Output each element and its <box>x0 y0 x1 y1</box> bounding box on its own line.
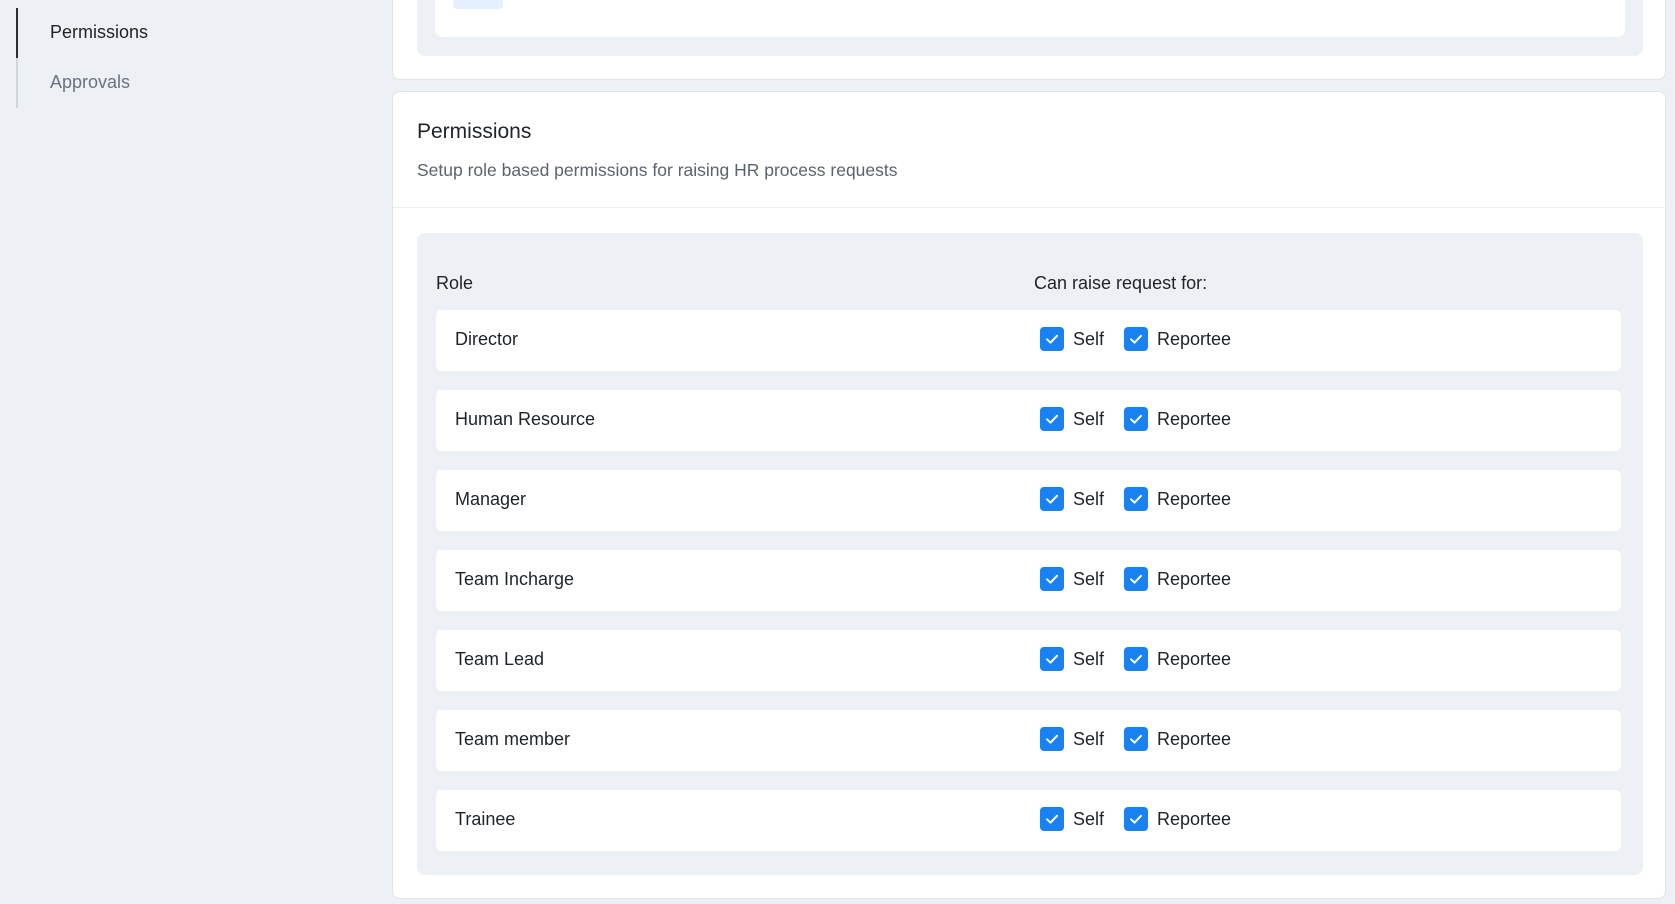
column-header-can-raise: Can raise request for: <box>1034 273 1208 293</box>
previous-settings-card: Add <box>392 0 1666 80</box>
table-row: Manager Self Reportee <box>436 470 1621 531</box>
reportee-checkbox[interactable]: Reportee <box>1124 487 1231 511</box>
reportee-label: Reportee <box>1157 488 1232 509</box>
self-checkbox[interactable]: Self <box>1040 727 1104 751</box>
checkbox-checked[interactable] <box>1124 807 1148 831</box>
self-label: Self <box>1073 488 1105 509</box>
checkmark-icon <box>1046 414 1058 424</box>
self-checkbox[interactable]: Self <box>1040 647 1104 671</box>
sidebar-item-approvals[interactable]: Approvals <box>50 72 130 93</box>
reportee-label: Reportee <box>1157 728 1232 749</box>
checkbox-checked[interactable] <box>1040 487 1064 511</box>
permissions-table: Role Can raise request for: Director Sel… <box>417 233 1643 875</box>
sidebar-item-permissions[interactable]: Permissions <box>50 22 148 43</box>
self-label: Self <box>1073 808 1105 829</box>
reportee-checkbox[interactable]: Reportee <box>1124 327 1231 351</box>
table-row: Director Self Reportee <box>436 310 1621 371</box>
role-name: Team Incharge <box>455 569 575 589</box>
self-checkbox[interactable]: Self <box>1040 487 1104 511</box>
checkbox-checked[interactable] <box>1124 487 1148 511</box>
checkmark-icon <box>1130 414 1142 424</box>
self-checkbox[interactable]: Self <box>1040 407 1104 431</box>
checkbox-checked[interactable] <box>1040 567 1064 591</box>
self-checkbox[interactable]: Self <box>1040 327 1104 351</box>
self-label: Self <box>1073 408 1105 429</box>
role-name: Manager <box>455 489 527 509</box>
self-checkbox[interactable]: Self <box>1040 567 1104 591</box>
reportee-label: Reportee <box>1157 408 1232 429</box>
checkmark-icon <box>1046 494 1058 504</box>
reportee-label: Reportee <box>1157 568 1232 589</box>
role-name: Team Lead <box>455 649 545 669</box>
divider <box>393 207 1665 208</box>
table-row: Human Resource Self Reportee <box>436 390 1621 451</box>
permissions-subtitle: Setup role based permissions for raising… <box>417 160 898 180</box>
self-checkbox[interactable]: Self <box>1040 807 1104 831</box>
checkmark-icon <box>1046 734 1058 744</box>
previous-settings-row: Add <box>435 0 1625 37</box>
table-row: Team Incharge Self Reportee <box>436 550 1621 611</box>
checkmark-icon <box>1130 654 1142 664</box>
checkmark-icon <box>1130 734 1142 744</box>
settings-sidebar: Permissions Approvals <box>0 0 392 904</box>
checkbox-checked[interactable] <box>1124 647 1148 671</box>
self-label: Self <box>1073 568 1105 589</box>
previous-settings-panel: Add <box>417 0 1643 56</box>
checkbox-checked[interactable] <box>1124 727 1148 751</box>
reportee-checkbox[interactable]: Reportee <box>1124 807 1231 831</box>
role-name: Team member <box>455 729 571 749</box>
permissions-title: Permissions <box>417 120 532 143</box>
checkbox-checked[interactable] <box>1040 327 1064 351</box>
add-button[interactable]: Add <box>453 0 504 9</box>
checkbox-checked[interactable] <box>1124 407 1148 431</box>
reportee-label: Reportee <box>1157 808 1232 829</box>
checkmark-icon <box>1130 334 1142 344</box>
self-label: Self <box>1073 328 1105 349</box>
reportee-label: Reportee <box>1157 328 1232 349</box>
checkmark-icon <box>1046 334 1058 344</box>
checkbox-checked[interactable] <box>1040 647 1064 671</box>
reportee-label: Reportee <box>1157 648 1232 669</box>
table-row: Team member Self Reportee <box>436 710 1621 771</box>
sidebar-active-indicator <box>16 8 18 58</box>
checkbox-checked[interactable] <box>1124 567 1148 591</box>
checkmark-icon <box>1130 494 1142 504</box>
self-label: Self <box>1073 728 1105 749</box>
reportee-checkbox[interactable]: Reportee <box>1124 727 1231 751</box>
checkbox-checked[interactable] <box>1040 407 1064 431</box>
self-label: Self <box>1073 648 1105 669</box>
column-header-role: Role <box>436 273 474 293</box>
checkmark-icon <box>1046 574 1058 584</box>
reportee-checkbox[interactable]: Reportee <box>1124 567 1231 591</box>
reportee-checkbox[interactable]: Reportee <box>1124 647 1231 671</box>
checkbox-checked[interactable] <box>1124 327 1148 351</box>
checkmark-icon <box>1046 654 1058 664</box>
permissions-card: Permissions Setup role based permissions… <box>392 91 1666 899</box>
table-row: Team Lead Self Reportee <box>436 630 1621 691</box>
checkbox-checked[interactable] <box>1040 807 1064 831</box>
checkmark-icon <box>1130 574 1142 584</box>
checkmark-icon <box>1130 814 1142 824</box>
role-name: Director <box>455 329 519 349</box>
role-name: Human Resource <box>455 409 596 429</box>
checkmark-icon <box>1046 814 1058 824</box>
reportee-checkbox[interactable]: Reportee <box>1124 407 1231 431</box>
table-row: Trainee Self Reportee <box>436 790 1621 851</box>
role-name: Trainee <box>455 809 516 829</box>
checkbox-checked[interactable] <box>1040 727 1064 751</box>
